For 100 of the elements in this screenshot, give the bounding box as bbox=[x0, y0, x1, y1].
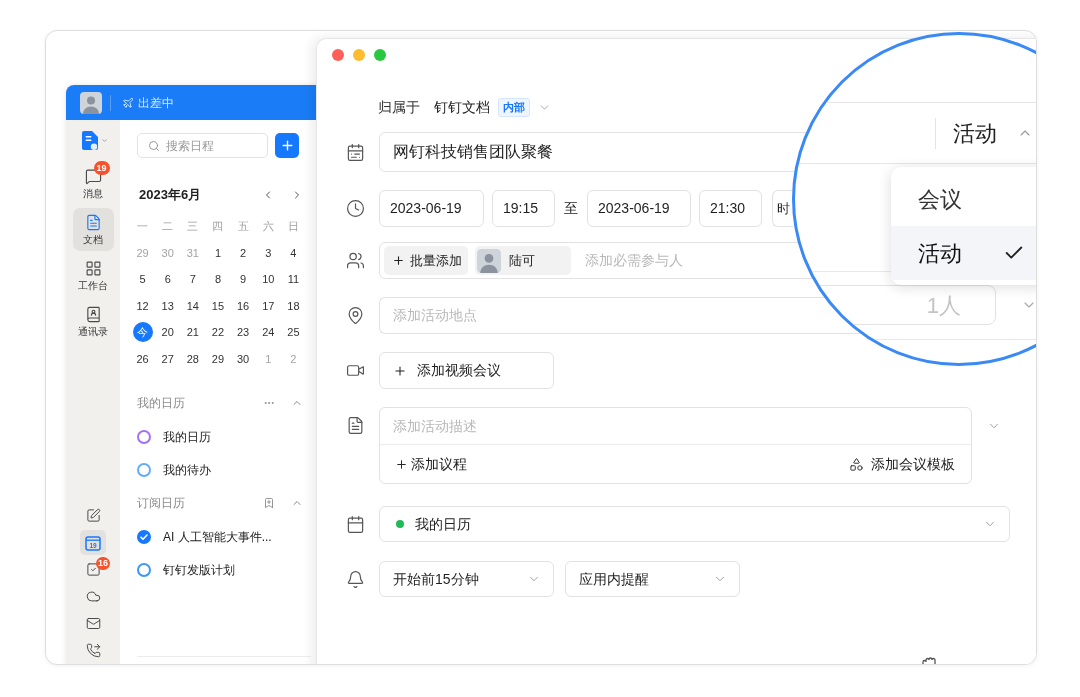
date-cell[interactable]: 4 bbox=[283, 242, 304, 263]
date-cell[interactable]: 20 bbox=[157, 322, 178, 343]
date-cell[interactable]: 1 bbox=[208, 242, 228, 263]
section-title: 订阅日历 bbox=[137, 495, 185, 512]
date-cell[interactable]: 11 bbox=[283, 269, 304, 290]
calendar-item[interactable]: 我的待办 bbox=[137, 453, 211, 486]
timezone-button[interactable]: 时 bbox=[772, 190, 793, 227]
scope-tag: 内部 bbox=[498, 97, 530, 117]
attendee-input[interactable]: 添加必需参与人 bbox=[585, 250, 785, 271]
calendar-item[interactable]: 钉钉发版计划 bbox=[137, 553, 235, 586]
plus-icon bbox=[393, 363, 407, 378]
start-time-field[interactable]: 19:15 bbox=[492, 190, 555, 227]
add-video-meeting-button[interactable]: 添加视频会议 bbox=[379, 352, 554, 389]
weekday-label: 日 bbox=[287, 219, 299, 234]
weekday-label: 二 bbox=[162, 219, 174, 234]
range-separator: 至 bbox=[563, 199, 579, 218]
bookmark-icon[interactable] bbox=[263, 497, 275, 509]
search-input[interactable]: 搜索日程 bbox=[166, 136, 262, 155]
calendar-icon bbox=[345, 514, 365, 534]
description-input[interactable]: 添加活动描述 bbox=[380, 408, 971, 445]
unread-count: 16 bbox=[96, 557, 110, 570]
nav-item[interactable]: 文档 bbox=[72, 208, 114, 251]
airplane-icon bbox=[122, 96, 134, 109]
close-window-icon[interactable] bbox=[332, 49, 344, 61]
date-cell[interactable]: 9 bbox=[233, 269, 254, 290]
add-template-button[interactable]: 添加会议模板 bbox=[849, 453, 955, 475]
reminder-select[interactable]: 应用内提醒 bbox=[565, 561, 740, 597]
people-icon bbox=[345, 251, 365, 270]
date-cell[interactable]: 27 bbox=[157, 348, 178, 369]
calendar-item[interactable]: 我的日历 bbox=[137, 420, 211, 453]
menu-item[interactable]: 会议 bbox=[891, 172, 1036, 226]
date-cell[interactable]: 25 bbox=[283, 322, 304, 343]
date-cell[interactable]: 8 bbox=[208, 269, 228, 290]
date-cell[interactable]: 3 bbox=[258, 242, 279, 263]
date-cell[interactable]: 23 bbox=[233, 322, 254, 343]
reminder-select[interactable]: 开始前15分钟 bbox=[379, 561, 554, 597]
shapes-icon bbox=[849, 456, 864, 472]
end-date-field[interactable]: 2023-06-19 bbox=[587, 190, 691, 227]
date-cell[interactable]: 26 bbox=[132, 348, 153, 369]
bulk-add-button[interactable]: 批量添加 bbox=[384, 246, 468, 275]
date-cell[interactable]: 28 bbox=[182, 348, 203, 369]
date-cell[interactable]: 30 bbox=[233, 348, 254, 369]
date-cell[interactable]: 16 bbox=[233, 295, 254, 316]
document-icon bbox=[84, 213, 102, 231]
date-cell[interactable]: 6 bbox=[157, 269, 178, 290]
date-cell[interactable]: 今 bbox=[132, 322, 153, 343]
owner-label: 归属于 bbox=[378, 97, 420, 117]
nav-item[interactable]: 通讯录 bbox=[72, 300, 114, 343]
date-cell[interactable]: 18 bbox=[283, 295, 304, 316]
weekday-label: 五 bbox=[237, 219, 249, 234]
note-edit-icon bbox=[85, 508, 101, 523]
weekday-label: 六 bbox=[262, 219, 274, 234]
clock-icon bbox=[345, 199, 365, 218]
date-cell[interactable]: 17 bbox=[258, 295, 279, 316]
menu-item[interactable]: 活动 bbox=[891, 226, 1036, 280]
minimize-window-icon[interactable] bbox=[353, 49, 365, 61]
location-field[interactable]: 添加活动地点 bbox=[379, 297, 791, 334]
date-cell[interactable]: 7 bbox=[182, 269, 203, 290]
document-app-icon bbox=[82, 130, 98, 150]
add-event-button[interactable] bbox=[275, 133, 299, 158]
caret-icon bbox=[101, 136, 108, 144]
nav-item[interactable]: 消息 19 bbox=[72, 162, 114, 205]
phone-icon bbox=[85, 643, 101, 658]
location-input[interactable]: 添加活动地点 bbox=[393, 305, 693, 326]
date-cell[interactable]: 21 bbox=[182, 322, 203, 343]
search-field[interactable]: 搜索日程 bbox=[137, 133, 268, 158]
calendar-note-icon bbox=[345, 142, 365, 162]
maximize-window-icon[interactable] bbox=[374, 49, 386, 61]
plus-icon bbox=[392, 254, 405, 267]
end-time-field[interactable]: 21:30 bbox=[699, 190, 762, 227]
unread-count: 19 bbox=[93, 161, 110, 175]
nav-item[interactable]: 工作台 bbox=[72, 254, 114, 297]
search-icon bbox=[148, 139, 160, 152]
title-text: 网钉科技销售团队聚餐 bbox=[393, 142, 553, 162]
date-cell[interactable]: 14 bbox=[182, 295, 203, 316]
date-cell[interactable]: 12 bbox=[132, 295, 153, 316]
month-title: 2023年6月 bbox=[138, 186, 202, 205]
contacts-icon bbox=[84, 305, 102, 323]
attendee-chip[interactable]: 陆可 bbox=[475, 246, 571, 275]
date-cell[interactable]: 2 bbox=[233, 242, 254, 263]
description-field[interactable]: 添加活动描述 添加议程 添加会议模板 bbox=[379, 407, 972, 484]
date-cell[interactable]: 29 bbox=[208, 348, 228, 369]
bell-icon bbox=[345, 569, 365, 589]
add-agenda-button[interactable]: 添加议程 bbox=[395, 453, 467, 475]
grid-icon bbox=[84, 259, 102, 277]
calendar-item[interactable]: AI 人工智能大事件... bbox=[137, 520, 272, 553]
weekday-label: 一 bbox=[137, 219, 149, 234]
start-date-field[interactable]: 2023-06-19 bbox=[379, 190, 484, 227]
date-cell[interactable]: 5 bbox=[132, 269, 153, 290]
date-cell[interactable]: 10 bbox=[258, 269, 279, 290]
mail-icon bbox=[85, 616, 101, 631]
date-cell[interactable]: 15 bbox=[208, 295, 228, 316]
avatar-icon bbox=[477, 248, 501, 273]
avatar-icon bbox=[80, 91, 102, 114]
calendar-select[interactable]: 我的日历 bbox=[379, 506, 1010, 542]
date-cell[interactable]: 13 bbox=[157, 295, 178, 316]
date-cell[interactable]: 24 bbox=[258, 322, 279, 343]
owner-select[interactable]: 钉钉文档 内部 bbox=[434, 96, 551, 118]
plus-icon bbox=[279, 138, 295, 153]
date-cell[interactable]: 22 bbox=[208, 322, 228, 343]
